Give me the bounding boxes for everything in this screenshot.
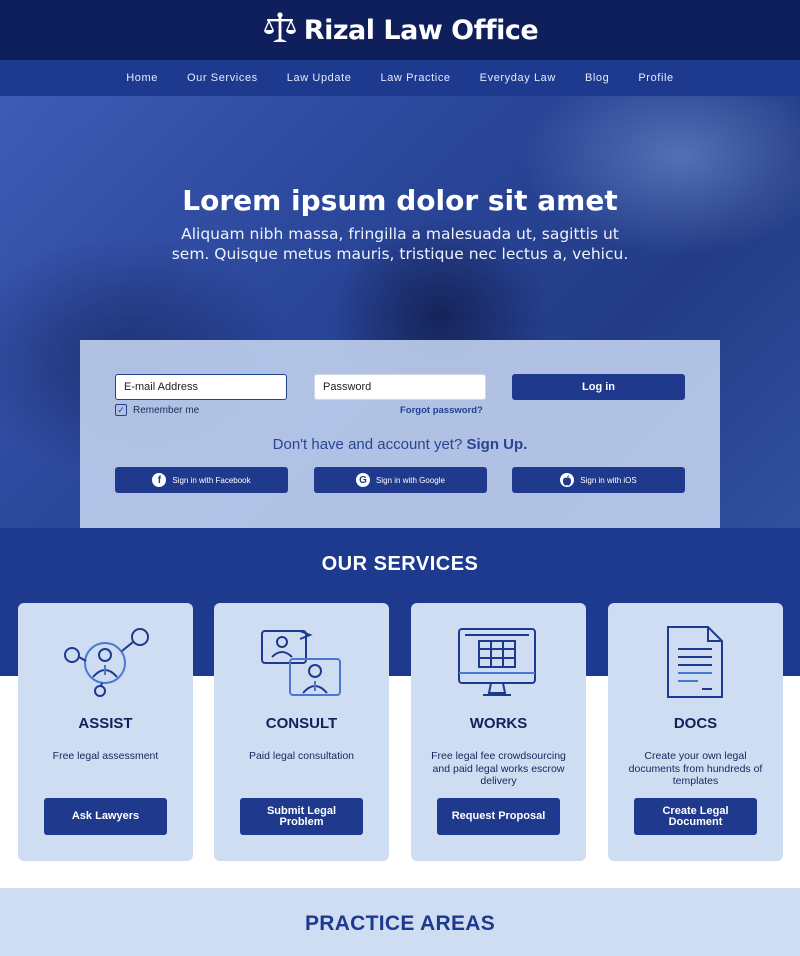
login-button[interactable]: Log in <box>512 374 685 400</box>
service-title: WORKS <box>469 715 528 732</box>
remember-me[interactable]: ✓ Remember me <box>115 404 199 416</box>
service-description: Paid legal consultation <box>248 750 355 762</box>
hero-title: Lorem ipsum dolor sit amet <box>182 184 618 217</box>
nav-item-law-practice[interactable]: Law Practice <box>380 72 450 84</box>
facebook-signin-label: Sign in with Facebook <box>172 475 251 485</box>
remember-checkbox[interactable]: ✓ <box>115 404 127 416</box>
nav-item-law-update[interactable]: Law Update <box>287 72 352 84</box>
nav-item-everyday-law[interactable]: Everyday Law <box>480 72 556 84</box>
request-proposal-button[interactable]: Request Proposal <box>437 798 560 835</box>
service-card-docs: DOCS Create your own legal documents fro… <box>608 603 783 861</box>
network-person-icon <box>60 625 150 701</box>
signup-prompt: Don't have and account yet? Sign Up. <box>80 436 720 453</box>
google-signin-label: Sign in with Google <box>376 475 445 485</box>
google-icon: G <box>356 473 371 487</box>
ios-signin-label: Sign in with iOS <box>580 475 637 485</box>
hero-subtitle: Aliquam nibh massa, fringilla a malesuad… <box>171 225 629 263</box>
monitor-calendar-icon <box>453 625 543 701</box>
service-description: Create your own legal documents from hun… <box>628 750 763 787</box>
submit-legal-problem-button[interactable]: Submit Legal Problem <box>240 798 363 835</box>
apple-icon <box>560 473 575 487</box>
service-title: ASSIST <box>78 715 133 732</box>
facebook-icon: f <box>152 473 167 487</box>
service-title: DOCS <box>673 715 718 732</box>
service-card-assist: ASSIST Free legal assessment Ask Lawyers <box>18 603 193 861</box>
nav-item-profile[interactable]: Profile <box>638 72 673 84</box>
signup-prompt-text: Don't have and account yet? <box>272 436 463 453</box>
signup-link[interactable]: Sign Up. <box>467 436 528 453</box>
nav-item-our-services[interactable]: Our Services <box>187 72 258 84</box>
document-icon <box>650 625 740 701</box>
brand-name: Rizal Law Office <box>303 14 539 46</box>
google-signin-button[interactable]: G Sign in with Google <box>314 467 487 493</box>
forgot-password-link[interactable]: Forgot password? <box>400 405 483 416</box>
practice-areas-title: PRACTICE AREAS <box>304 912 496 935</box>
practice-areas-section: PRACTICE AREAS <box>0 888 800 956</box>
create-legal-document-button[interactable]: Create Legal Document <box>634 798 757 835</box>
ask-lawyers-button[interactable]: Ask Lawyers <box>44 798 167 835</box>
brand-logo[interactable]: Rizal Law Office <box>262 11 539 50</box>
service-description: Free legal assessment <box>52 750 159 762</box>
password-field[interactable]: Password <box>314 374 486 400</box>
service-description: Free legal fee crowdsourcing and paid le… <box>431 750 566 787</box>
nav-item-blog[interactable]: Blog <box>585 72 609 84</box>
services-title: OUR SERVICES <box>321 553 479 575</box>
service-card-works: WORKS Free legal fee crowdsourcing and p… <box>411 603 586 861</box>
remember-label: Remember me <box>133 404 200 416</box>
nav-item-home[interactable]: Home <box>126 72 158 84</box>
scales-of-justice-icon <box>262 11 298 50</box>
main-nav: Home Our Services Law Update Law Practic… <box>0 60 800 96</box>
service-title: CONSULT <box>265 715 338 732</box>
service-card-consult: CONSULT Paid legal consultation Submit L… <box>214 603 389 861</box>
facebook-signin-button[interactable]: f Sign in with Facebook <box>115 467 288 493</box>
top-header: Rizal Law Office <box>0 0 800 60</box>
email-field[interactable]: E-mail Address <box>115 374 287 400</box>
ios-signin-button[interactable]: Sign in with iOS <box>512 467 685 493</box>
login-panel: E-mail Address Password Log in ✓ Remembe… <box>80 340 720 528</box>
video-consult-icon <box>256 625 346 701</box>
